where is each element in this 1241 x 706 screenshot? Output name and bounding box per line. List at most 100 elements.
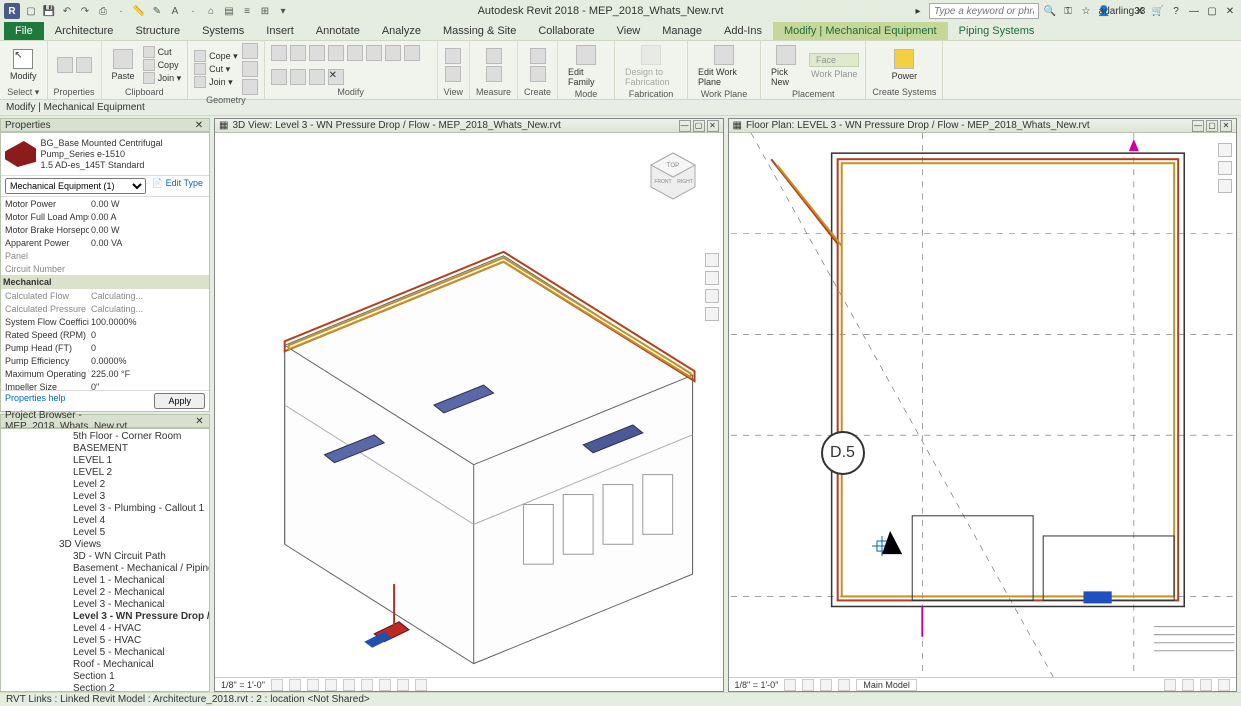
scale-display[interactable]: 1/8" = 1'-0" [735, 680, 779, 690]
sun-icon[interactable] [820, 679, 832, 691]
star-icon[interactable]: ☆ [1079, 4, 1093, 18]
properties-help-link[interactable]: Properties help [5, 393, 66, 409]
rotate-icon[interactable] [309, 45, 325, 61]
property-section-header[interactable]: Mechanical [1, 275, 209, 289]
zoom-icon[interactable] [1218, 179, 1232, 193]
tab-addins[interactable]: Add-Ins [713, 22, 773, 40]
tab-piping-ctx[interactable]: Piping Systems [948, 22, 1046, 40]
browser-item[interactable]: Level 2 - Mechanical [1, 587, 209, 599]
tab-systems[interactable]: Systems [191, 22, 255, 40]
edit-type-button[interactable]: 📄 Edit Type [150, 178, 205, 194]
cope-button[interactable]: Cope ▾ [194, 50, 238, 62]
browser-item[interactable]: LEVEL 2 [1, 467, 209, 479]
property-row[interactable]: Motor Power0.00 W [1, 197, 209, 210]
temp-hide-icon[interactable] [397, 679, 409, 691]
property-row[interactable]: Pump Head (FT)0 [1, 341, 209, 354]
browser-item[interactable]: Level 3 - WN Pressure Drop / Flow [1, 611, 209, 623]
zoom-all-icon[interactable] [705, 289, 719, 303]
text-icon[interactable]: A [168, 4, 182, 18]
section-icon[interactable]: ▤ [222, 4, 236, 18]
browser-item[interactable]: Basement - Mechanical / Piping [1, 563, 209, 575]
tab-analyze[interactable]: Analyze [371, 22, 432, 40]
tab-massing[interactable]: Massing & Site [432, 22, 527, 40]
array-icon[interactable] [271, 69, 287, 85]
type-selector[interactable]: BG_Base Mounted Centrifugal Pump_Series … [1, 133, 209, 175]
power-button[interactable]: Power [888, 47, 922, 83]
gcut-button[interactable]: Cut ▾ [194, 63, 238, 75]
help-icon[interactable]: ? [1169, 4, 1183, 18]
property-row[interactable]: Rated Speed (RPM)0 [1, 328, 209, 341]
modify-button[interactable]: ↖Modify [6, 47, 41, 83]
view-icon-2[interactable] [445, 66, 461, 82]
detail-level-icon[interactable] [784, 679, 796, 691]
pick-new-button[interactable]: Pick New [767, 43, 805, 89]
visual-style-icon[interactable] [802, 679, 814, 691]
matchtype-button[interactable]: Join ▾ [143, 72, 182, 84]
pan-icon[interactable] [705, 271, 719, 285]
switch-win-icon[interactable]: ▾ [276, 4, 290, 18]
browser-item[interactable]: 3D - WN Circuit Path [1, 551, 209, 563]
apply-button[interactable]: Apply [154, 393, 205, 409]
property-row[interactable]: Maximum Operating T...225.00 °F [1, 367, 209, 380]
geo-icon-1[interactable] [242, 43, 258, 59]
geo-icon-2[interactable] [242, 61, 258, 77]
view-icon-1[interactable] [445, 48, 461, 64]
view-min-icon[interactable]: — [679, 120, 691, 132]
edit-wp-button[interactable]: Edit Work Plane [694, 43, 754, 89]
property-row[interactable]: Motor Full Load Amps0.00 A [1, 210, 209, 223]
browser-item[interactable]: Level 4 [1, 515, 209, 527]
browser-item[interactable]: Level 5 [1, 527, 209, 539]
grid-bubble[interactable]: D.5 [821, 431, 865, 475]
editable-icon[interactable] [1182, 679, 1194, 691]
tab-file[interactable]: File [4, 22, 44, 40]
project-browser[interactable]: 5th Floor - Corner RoomBASEMENTLEVEL 1LE… [0, 428, 210, 692]
sun-icon[interactable] [307, 679, 319, 691]
min-icon[interactable]: — [1187, 4, 1201, 18]
view-min-icon[interactable]: — [1192, 120, 1204, 132]
align-icon[interactable] [404, 45, 420, 61]
copy-button[interactable]: Copy [143, 59, 182, 71]
mirror-icon[interactable] [385, 45, 401, 61]
geo-icon-3[interactable] [242, 79, 258, 95]
redo-icon[interactable]: ↷ [78, 4, 92, 18]
tab-collab[interactable]: Collaborate [527, 22, 605, 40]
scale-display[interactable]: 1/8" = 1'-0" [221, 680, 265, 690]
nav-bar[interactable] [705, 253, 719, 321]
tab-structure[interactable]: Structure [124, 22, 191, 40]
property-row[interactable]: Calculated FlowCalculating... [1, 289, 209, 302]
move-icon[interactable] [271, 45, 287, 61]
tab-manage[interactable]: Manage [651, 22, 713, 40]
trim-icon[interactable] [328, 45, 344, 61]
browser-item[interactable]: Section 2 [1, 683, 209, 691]
detail-level-icon[interactable] [271, 679, 283, 691]
view-3d-header[interactable]: ▦ 3D View: Level 3 - WN Pressure Drop / … [215, 119, 723, 133]
close-hidden-icon[interactable]: ⊞ [258, 4, 272, 18]
measure-icon1[interactable] [486, 48, 502, 64]
offset-icon[interactable] [366, 45, 382, 61]
workset-display[interactable]: Main Model [856, 679, 917, 691]
create-icon2[interactable] [530, 66, 546, 82]
browser-item[interactable]: 5th Floor - Corner Room [1, 431, 209, 443]
crop-icon[interactable] [343, 679, 355, 691]
max-icon[interactable]: ▢ [1205, 4, 1219, 18]
browser-item[interactable]: Level 3 - Mechanical [1, 599, 209, 611]
property-row[interactable]: Pump Efficiency0.0000% [1, 354, 209, 367]
filter-icon[interactable] [1164, 679, 1176, 691]
scale-icon[interactable] [290, 69, 306, 85]
properties-header[interactable]: Properties✕ [0, 118, 210, 132]
key-icon[interactable]: ⚿ [1061, 4, 1075, 18]
property-row[interactable]: Calculated Pressure DropCalculating... [1, 302, 209, 315]
3d-icon[interactable]: ⌂ [204, 4, 218, 18]
design-opts-icon[interactable] [1218, 679, 1230, 691]
crop-vis-icon[interactable] [361, 679, 373, 691]
copy-icon[interactable] [290, 45, 306, 61]
tab-architecture[interactable]: Architecture [44, 22, 125, 40]
browser-item[interactable]: Level 1 - Mechanical [1, 575, 209, 587]
print-icon[interactable]: ⎙ [96, 4, 110, 18]
reveal-icon[interactable] [415, 679, 427, 691]
property-row[interactable]: Panel [1, 249, 209, 262]
tab-annotate[interactable]: Annotate [305, 22, 371, 40]
measure-icon2[interactable] [486, 66, 502, 82]
property-row[interactable]: Impeller Size0" [1, 380, 209, 390]
worksets-icon[interactable] [1200, 679, 1212, 691]
